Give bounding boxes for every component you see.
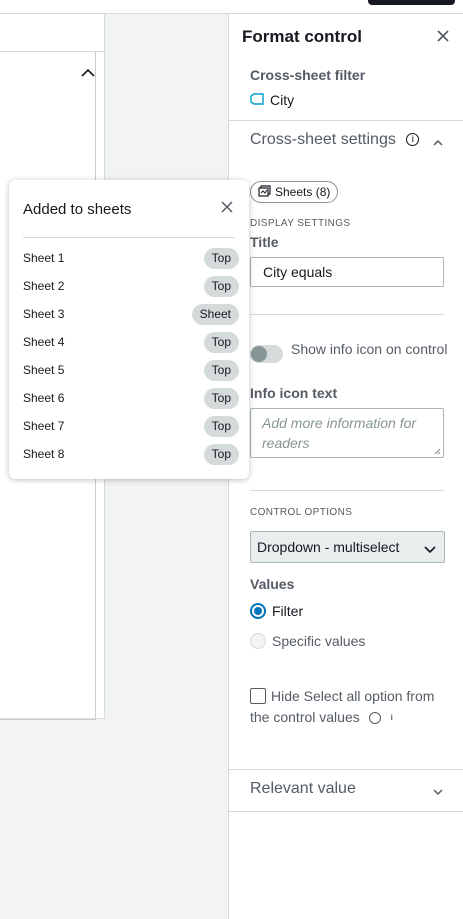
filter-field: City — [250, 92, 294, 108]
cross-sheet-settings-header[interactable]: Cross-sheet settings i — [250, 131, 420, 149]
sheet-row: Sheet 6 Top — [23, 387, 239, 409]
display-settings-label: DISPLAY SETTINGS — [250, 218, 351, 229]
info-icon[interactable]: i — [406, 133, 420, 147]
chevron-down-icon — [423, 542, 437, 554]
info-icon-text-placeholder: Add more information for readers — [262, 415, 417, 451]
sheet-row: Sheet 5 Top — [23, 359, 239, 381]
close-icon[interactable] — [435, 28, 451, 44]
sheet-name: Sheet 6 — [23, 391, 65, 405]
cross-sheet-filter-label: Cross-sheet filter — [250, 67, 366, 83]
top-bar — [0, 0, 463, 14]
top-bar-button[interactable] — [368, 0, 455, 5]
title-label: Title — [250, 234, 279, 250]
title-input[interactable]: City equals — [250, 257, 444, 287]
section-divider — [229, 769, 463, 770]
section-divider — [250, 490, 444, 491]
sheet-row: Sheet 3 Sheet — [23, 303, 239, 325]
sheet-row: Sheet 7 Top — [23, 415, 239, 437]
sheet-position-badge: Top — [203, 443, 239, 465]
popover-title: Added to sheets — [23, 201, 132, 218]
sheets-button-label: Sheets (8) — [275, 185, 331, 199]
radio-specific-values[interactable]: Specific values — [250, 633, 365, 649]
section-divider — [229, 811, 463, 812]
radio-filter-label: Filter — [272, 603, 304, 619]
sheet-name: Sheet 1 — [23, 251, 65, 265]
sheet-row: Sheet 2 Top — [23, 275, 239, 297]
popover-divider — [23, 237, 235, 238]
sheet-name: Sheet 8 — [23, 447, 65, 461]
toggle-knob — [251, 346, 267, 362]
sheet-name: Sheet 2 — [23, 279, 65, 293]
sheets-button[interactable]: Sheets (8) — [250, 181, 339, 203]
sheet-position-badge: Top — [203, 387, 239, 409]
sheet-position-badge: Sheet — [191, 303, 239, 325]
relevant-value-title[interactable]: Relevant value — [250, 780, 356, 798]
format-control-panel: Format control Cross-sheet filter City C… — [228, 14, 463, 919]
chevron-down-icon[interactable] — [431, 785, 445, 799]
section-divider — [229, 120, 463, 121]
control-options-label: CONTROL OPTIONS — [250, 507, 353, 518]
radio-filter[interactable]: Filter — [250, 603, 303, 619]
sheet-position-badge: Top — [203, 415, 239, 437]
sheets-icon — [258, 184, 271, 200]
sheet-position-badge: Top — [203, 275, 239, 297]
sheet-name: Sheet 3 — [23, 307, 65, 321]
chevron-up-icon[interactable] — [431, 136, 445, 150]
hide-select-all-text: Hide Select all option from the control … — [250, 688, 435, 725]
dimension-tag-icon — [250, 92, 264, 108]
sheet-row: Sheet 1 Top — [23, 247, 239, 269]
control-type-value: Dropdown - multiselect — [257, 539, 400, 555]
panel-title: Format control — [242, 27, 362, 46]
sheet-row: Sheet 8 Top — [23, 443, 239, 465]
show-info-icon-toggle[interactable] — [250, 345, 283, 363]
values-label: Values — [250, 576, 295, 592]
radio-specific-values-label: Specific values — [272, 633, 366, 649]
control-type-select[interactable]: Dropdown - multiselect — [250, 531, 445, 563]
added-to-sheets-popover: Added to sheets Sheet 1 Top Sheet 2 Top … — [9, 180, 249, 479]
sheet-name: Sheet 5 — [23, 363, 65, 377]
sheet-name: Sheet 7 — [23, 419, 65, 433]
info-icon[interactable]: i — [368, 712, 393, 725]
filter-field-name: City — [270, 92, 295, 108]
section-divider — [250, 314, 444, 315]
resize-handle-icon[interactable] — [434, 448, 441, 455]
sheet-position-badge: Top — [203, 359, 239, 381]
show-info-icon-label: Show info icon on control — [291, 341, 448, 357]
sheet-row: Sheet 4 Top — [23, 331, 239, 353]
sheet-name: Sheet 4 — [23, 335, 65, 349]
sheet-position-badge: Top — [203, 247, 239, 269]
radio-button-selected[interactable] — [250, 603, 266, 619]
close-icon[interactable] — [220, 200, 234, 214]
radio-button[interactable] — [250, 633, 266, 649]
hide-select-all-label: Hide Select all option from the control … — [250, 686, 455, 728]
info-icon-text-input[interactable]: Add more information for readers — [250, 408, 444, 458]
cross-sheet-settings-title: Cross-sheet settings — [250, 131, 396, 148]
sheet-position-badge: Top — [203, 331, 239, 353]
info-icon-text-label: Info icon text — [250, 385, 338, 401]
